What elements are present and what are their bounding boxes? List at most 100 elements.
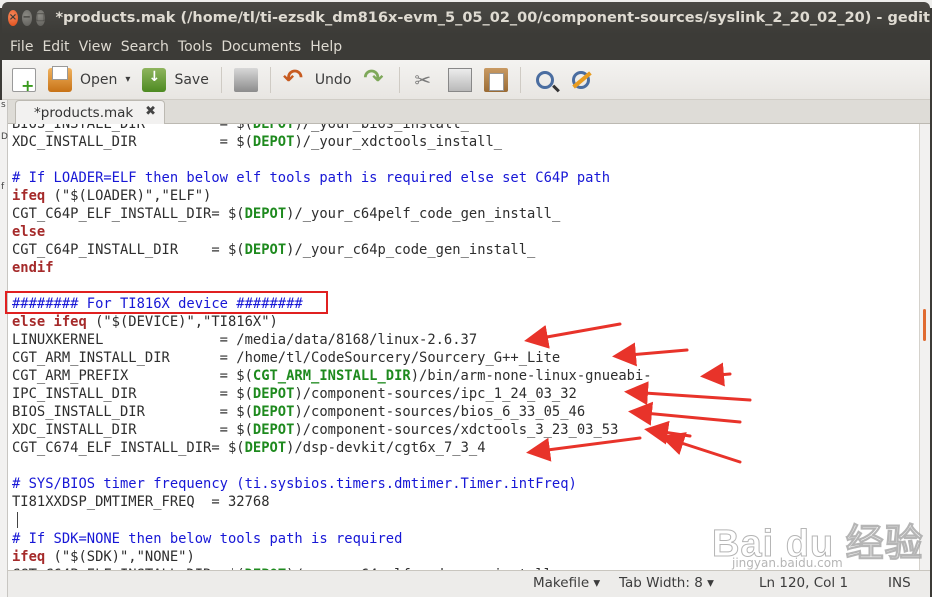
code-line[interactable]: BIOS_INSTALL_DIR = $(DEPOT)/_your_bios_i… [8, 124, 919, 133]
toolbar-separator [520, 66, 522, 93]
scroll-thumb[interactable] [923, 309, 926, 341]
code-token: DEPOT [244, 206, 287, 222]
magnifier-icon [536, 70, 555, 89]
code-token: )/_your_c64pelf_code_gen_install_ [286, 206, 561, 222]
chevron-down-icon: ▾ [125, 74, 131, 85]
code-line[interactable]: ifeq ("$(LOADER)","ELF") [8, 187, 919, 205]
code-line[interactable]: XDC_INSTALL_DIR = $(DEPOT)/component-sou… [8, 421, 919, 439]
code-editor[interactable]: BIOS_INSTALL_DIR = $(DEPOT)/_your_bios_i… [7, 124, 919, 570]
code-token: LINUXKERNEL = /media/data/8168/linux-2.6… [12, 332, 478, 348]
cursor-position: Ln 120, Col 1 [759, 575, 849, 591]
code-token: XDC_INSTALL_DIR = $( [12, 134, 253, 150]
code-token: TI81XXDSP_DMTIMER_FREQ = 32768 [12, 494, 270, 510]
code-line[interactable]: endif [8, 259, 919, 277]
background-char: s [1, 100, 6, 110]
vertical-scrollbar[interactable] [919, 124, 930, 570]
code-token: )/bin/arm-none-linux-gnueabi- [410, 368, 652, 384]
code-line[interactable] [8, 151, 919, 169]
open-button[interactable]: Open [48, 64, 117, 96]
maximize-window-button[interactable]: □ [35, 10, 46, 26]
new-button[interactable] [12, 64, 36, 96]
code-line[interactable]: BIOS_INSTALL_DIR = $(DEPOT)/component-so… [8, 403, 919, 421]
code-line[interactable]: CGT_ARM_PREFIX = $(CGT_ARM_INSTALL_DIR)/… [8, 367, 919, 385]
close-window-button[interactable]: × [8, 10, 18, 26]
scissors-icon [412, 68, 436, 92]
code-token: endif [12, 260, 54, 276]
window-title: *products.mak (/home/tl/ti-ezsdk_dm816x-… [55, 10, 930, 26]
find-button[interactable] [533, 64, 557, 96]
code-token: DEPOT [252, 422, 295, 438]
code-token: )/dsp-devkit/cgt6x_7_3_4 [286, 440, 486, 456]
redo-button[interactable] [363, 64, 387, 96]
code-token: )/_your_xdctools_install_ [294, 134, 503, 150]
paste-button[interactable] [484, 64, 509, 96]
code-token: )/_your_c64p_code_gen_install_ [286, 242, 536, 258]
code-token: CGT_C674_ELF_INSTALL_DIR= $( [12, 440, 245, 456]
code-token: else [12, 224, 46, 240]
code-token: CGT_C64P_ELF_INSTALL_DIR= $( [12, 206, 245, 222]
background-char: f [1, 182, 5, 192]
code-line[interactable]: else ifeq ("$(DEVICE)","TI816X") [8, 313, 919, 331]
code-token: DEPOT [252, 124, 295, 132]
code-line[interactable]: # SYS/BIOS timer frequency (ti.sysbios.t… [8, 475, 919, 493]
replace-button[interactable] [569, 64, 593, 96]
code-line[interactable]: # If LOADER=ELF then below elf tools pat… [8, 169, 919, 187]
code-token: IPC_INSTALL_DIR = $( [12, 386, 253, 402]
document-tab-bar: *products.mak ✖ [2, 100, 930, 124]
document-tab[interactable]: *products.mak ✖ [15, 100, 165, 124]
menu-help[interactable]: Help [310, 39, 342, 55]
close-tab-icon[interactable]: ✖ [145, 104, 156, 119]
code-line[interactable]: else [8, 223, 919, 241]
toolbar-separator [220, 66, 222, 93]
status-bar: Makefile ▾ Tab Width: 8 ▾ Ln 120, Col 1 … [2, 570, 930, 597]
code-line[interactable] [8, 457, 919, 475]
code-token: DEPOT [252, 404, 295, 420]
clipboard-icon [484, 67, 509, 92]
baidu-watermark: Bai du 经验 jingyan.baidu.com [712, 512, 924, 572]
minimize-window-button[interactable]: − [21, 10, 32, 26]
code-token: )/component-sources/xdctools_3_23_03_53 [294, 422, 619, 438]
tab-width-selector[interactable]: Tab Width: 8 ▾ [619, 575, 714, 591]
code-token: ("$(LOADER)","ELF") [45, 188, 212, 204]
code-line[interactable]: XDC_INSTALL_DIR = $(DEPOT)/_your_xdctool… [8, 133, 919, 151]
menu-edit[interactable]: Edit [42, 39, 69, 55]
code-token: DEPOT [244, 440, 287, 456]
code-token: CGT_ARM_INSTALL_DIR [252, 368, 411, 384]
code-line[interactable]: CGT_ARM_INSTALL_DIR = /home/tl/CodeSourc… [8, 349, 919, 367]
code-token: DEPOT [252, 134, 295, 150]
menu-file[interactable]: File [10, 39, 33, 55]
code-token: ("$(DEVICE)","TI816X") [86, 314, 278, 330]
menu-search[interactable]: Search [121, 39, 169, 55]
open-label: Open [80, 71, 118, 88]
title-bar[interactable]: × − □ *products.mak (/home/tl/ti-ezsdk_d… [2, 2, 930, 34]
save-button[interactable]: Save [142, 64, 209, 96]
find-replace-icon [572, 70, 591, 89]
copy-button[interactable] [448, 64, 473, 96]
undo-button[interactable]: Undo [283, 64, 352, 96]
print-button[interactable] [233, 64, 258, 96]
code-token: ("$(SDK)","NONE") [45, 549, 195, 565]
cut-button[interactable] [412, 64, 436, 96]
save-icon [142, 67, 167, 92]
insert-mode: INS [888, 575, 911, 591]
code-line[interactable]: CGT_C64P_INSTALL_DIR = $(DEPOT)/_your_c6… [8, 241, 919, 259]
code-token: XDC_INSTALL_DIR = $( [12, 422, 253, 438]
menu-bar: File Edit View Search Tools Documents He… [2, 34, 930, 60]
code-line[interactable]: TI81XXDSP_DMTIMER_FREQ = 32768 [8, 493, 919, 511]
code-line[interactable]: CGT_C674_ELF_INSTALL_DIR= $(DEPOT)/dsp-d… [8, 439, 919, 457]
code-token: # If SDK=NONE then below tools path is r… [12, 531, 403, 547]
tab-label: *products.mak [34, 104, 134, 121]
language-selector[interactable]: Makefile ▾ [533, 575, 600, 591]
toolbar-separator [399, 66, 401, 93]
menu-documents[interactable]: Documents [221, 39, 301, 55]
code-token: DEPOT [244, 242, 287, 258]
menu-tools[interactable]: Tools [178, 39, 213, 55]
code-token: BIOS_INSTALL_DIR = $( [12, 124, 253, 132]
code-token: BIOS_INSTALL_DIR = $( [12, 404, 253, 420]
code-line[interactable]: LINUXKERNEL = /media/data/8168/linux-2.6… [8, 331, 919, 349]
code-line[interactable]: CGT_C64P_ELF_INSTALL_DIR= $(DEPOT)/_your… [8, 205, 919, 223]
new-document-icon [12, 67, 36, 95]
code-line[interactable]: IPC_INSTALL_DIR = $(DEPOT)/component-sou… [8, 385, 919, 403]
menu-view[interactable]: View [79, 39, 112, 55]
open-dropdown-button[interactable]: ▾ [125, 64, 130, 96]
